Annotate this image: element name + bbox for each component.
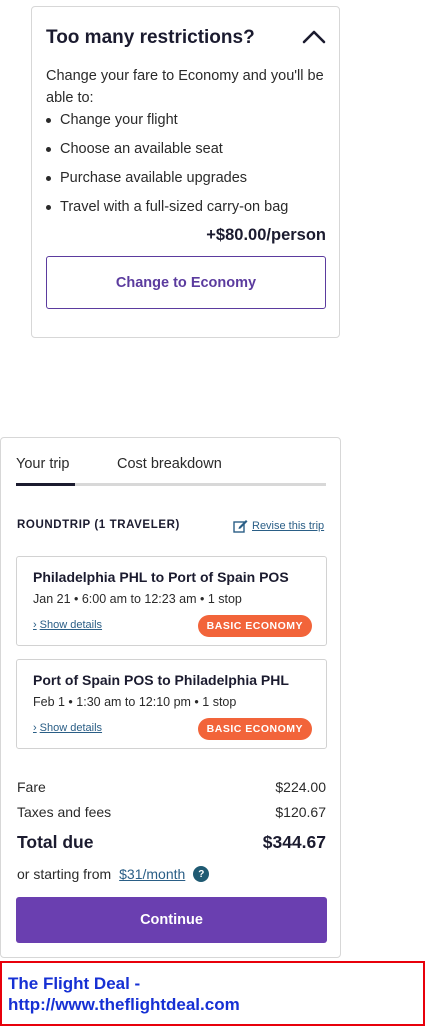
bullet-icon — [46, 147, 51, 152]
tab-active-indicator — [16, 483, 75, 486]
restrictions-intro: Change your fare to Economy and you'll b… — [46, 68, 324, 106]
restrictions-card: Too many restrictions? Change your fare … — [31, 6, 340, 338]
bullet-icon — [46, 176, 51, 181]
starting-prefix: or starting from — [17, 866, 112, 882]
tab-your-trip[interactable]: Your trip — [16, 456, 69, 472]
flight-route: Philadelphia PHL to Port of Spain POS — [33, 569, 289, 585]
flight-times: Feb 1 • 1:30 am to 12:10 pm • 1 stop — [33, 695, 237, 709]
flight-segment: Philadelphia PHL to Port of Spain POS Ja… — [16, 556, 327, 646]
flight-times: Jan 21 • 6:00 am to 12:23 am • 1 stop — [33, 592, 242, 606]
chevron-up-icon[interactable] — [301, 27, 327, 47]
upgrade-price: +$80.00/person — [206, 226, 326, 244]
tab-cost-breakdown[interactable]: Cost breakdown — [117, 456, 222, 472]
monthly-payment-row: or starting from $31/month ? — [17, 866, 210, 882]
basic-economy-badge: BASIC ECONOMY — [197, 718, 312, 740]
taxes-value: $120.67 — [275, 804, 326, 820]
benefit-label: Choose an available seat — [60, 141, 223, 157]
benefit-label: Change your flight — [60, 112, 178, 128]
revise-trip-label: Revise this trip — [252, 520, 325, 532]
taxes-row: Taxes and fees $120.67 — [17, 804, 326, 820]
benefit-item: Choose an available seat — [46, 138, 288, 167]
edit-icon — [233, 520, 248, 533]
total-value: $344.67 — [262, 832, 326, 852]
bullet-icon — [46, 205, 51, 210]
total-row: Total due $344.67 — [17, 832, 326, 853]
benefit-list: Change your flight Choose an available s… — [46, 109, 288, 225]
trip-summary-card: Your trip Cost breakdown ROUNDTRIP (1 TR… — [0, 437, 341, 958]
show-details-label: Show details — [39, 722, 103, 734]
taxes-label: Taxes and fees — [17, 804, 112, 820]
revise-trip-link[interactable]: Revise this trip — [233, 519, 324, 533]
watermark-line-2: http://www.theflightdeal.com — [8, 995, 240, 1014]
watermark-line-1: The Flight Deal - — [8, 974, 141, 993]
tab-bar: Your trip Cost breakdown — [16, 454, 326, 486]
roundtrip-label: ROUNDTRIP (1 TRAVELER) — [17, 519, 180, 531]
flight-segment: Port of Spain POS to Philadelphia PHL Fe… — [16, 659, 327, 749]
benefit-label: Travel with a full-sized carry-on bag — [60, 199, 289, 215]
chevron-right-icon: › — [33, 722, 37, 734]
basic-economy-badge: BASIC ECONOMY — [197, 615, 312, 637]
restrictions-title: Too many restrictions? — [46, 27, 255, 48]
fare-label: Fare — [17, 779, 46, 795]
show-details-link[interactable]: › Show details — [33, 619, 102, 631]
flight-route: Port of Spain POS to Philadelphia PHL — [33, 672, 289, 688]
show-details-link[interactable]: › Show details — [33, 722, 102, 734]
bullet-icon — [46, 118, 51, 123]
watermark-banner: The Flight Deal - http://www.theflightde… — [0, 961, 425, 1026]
monthly-payment-link[interactable]: $31/month — [119, 866, 185, 882]
benefit-item: Purchase available upgrades — [46, 167, 288, 196]
benefit-item: Change your flight — [46, 109, 288, 138]
total-label: Total due — [17, 832, 94, 852]
fare-row: Fare $224.00 — [17, 779, 326, 795]
change-to-economy-button[interactable]: Change to Economy — [46, 256, 326, 309]
benefit-item: Travel with a full-sized carry-on bag — [46, 196, 288, 225]
show-details-label: Show details — [39, 619, 103, 631]
fare-value: $224.00 — [275, 779, 326, 795]
chevron-right-icon: › — [33, 619, 37, 631]
continue-button[interactable]: Continue — [16, 897, 327, 943]
help-icon[interactable]: ? — [193, 866, 210, 882]
benefit-label: Purchase available upgrades — [60, 170, 248, 186]
